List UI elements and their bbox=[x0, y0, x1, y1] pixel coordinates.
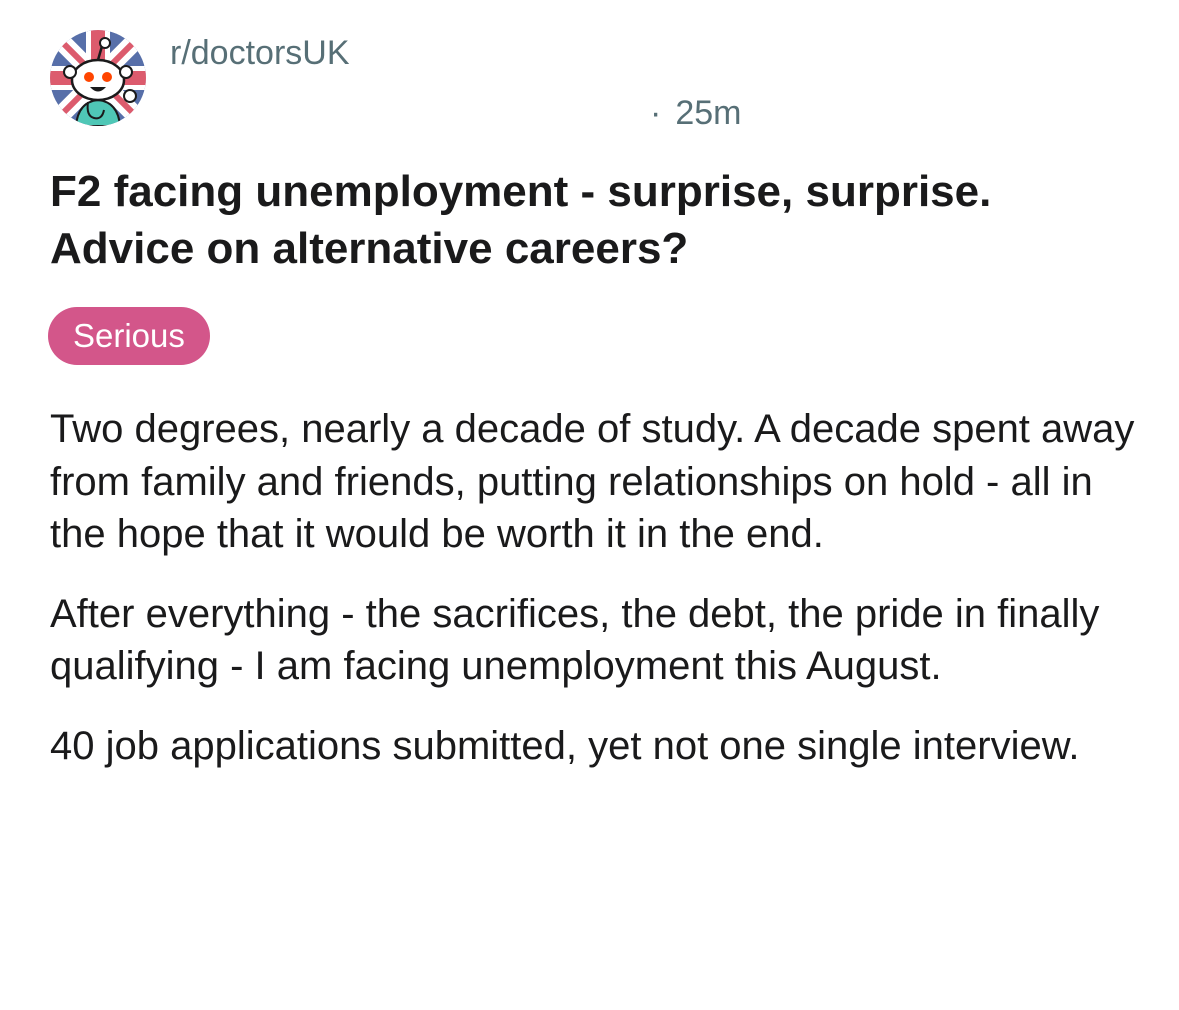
post-header: r/doctorsUK · 25m bbox=[50, 30, 1130, 133]
post-timestamp: · 25m bbox=[650, 94, 741, 133]
post-title[interactable]: F2 facing unemployment - surprise, surpr… bbox=[50, 163, 1150, 277]
body-paragraph: 40 job applications submitted, yet not o… bbox=[50, 723, 1080, 768]
meta-separator: · bbox=[650, 94, 662, 132]
body-paragraph: Two degrees, nearly a decade of study. A… bbox=[50, 407, 1135, 556]
time-ago: 25m bbox=[675, 94, 742, 132]
snoo-doctor-icon bbox=[50, 30, 146, 126]
body-paragraph: After everything - the sacrifices, the d… bbox=[50, 591, 1100, 689]
subreddit-avatar[interactable] bbox=[50, 30, 146, 126]
post-body: Two degrees, nearly a decade of study. A… bbox=[50, 403, 1140, 799]
subreddit-name[interactable]: r/doctorsUK bbox=[170, 34, 350, 73]
post-flair-badge[interactable]: Serious bbox=[48, 307, 210, 365]
post-title-line-2: Advice on alternative careers? bbox=[50, 224, 689, 273]
post-title-line-1: F2 facing unemployment - surprise, surpr… bbox=[50, 167, 992, 216]
